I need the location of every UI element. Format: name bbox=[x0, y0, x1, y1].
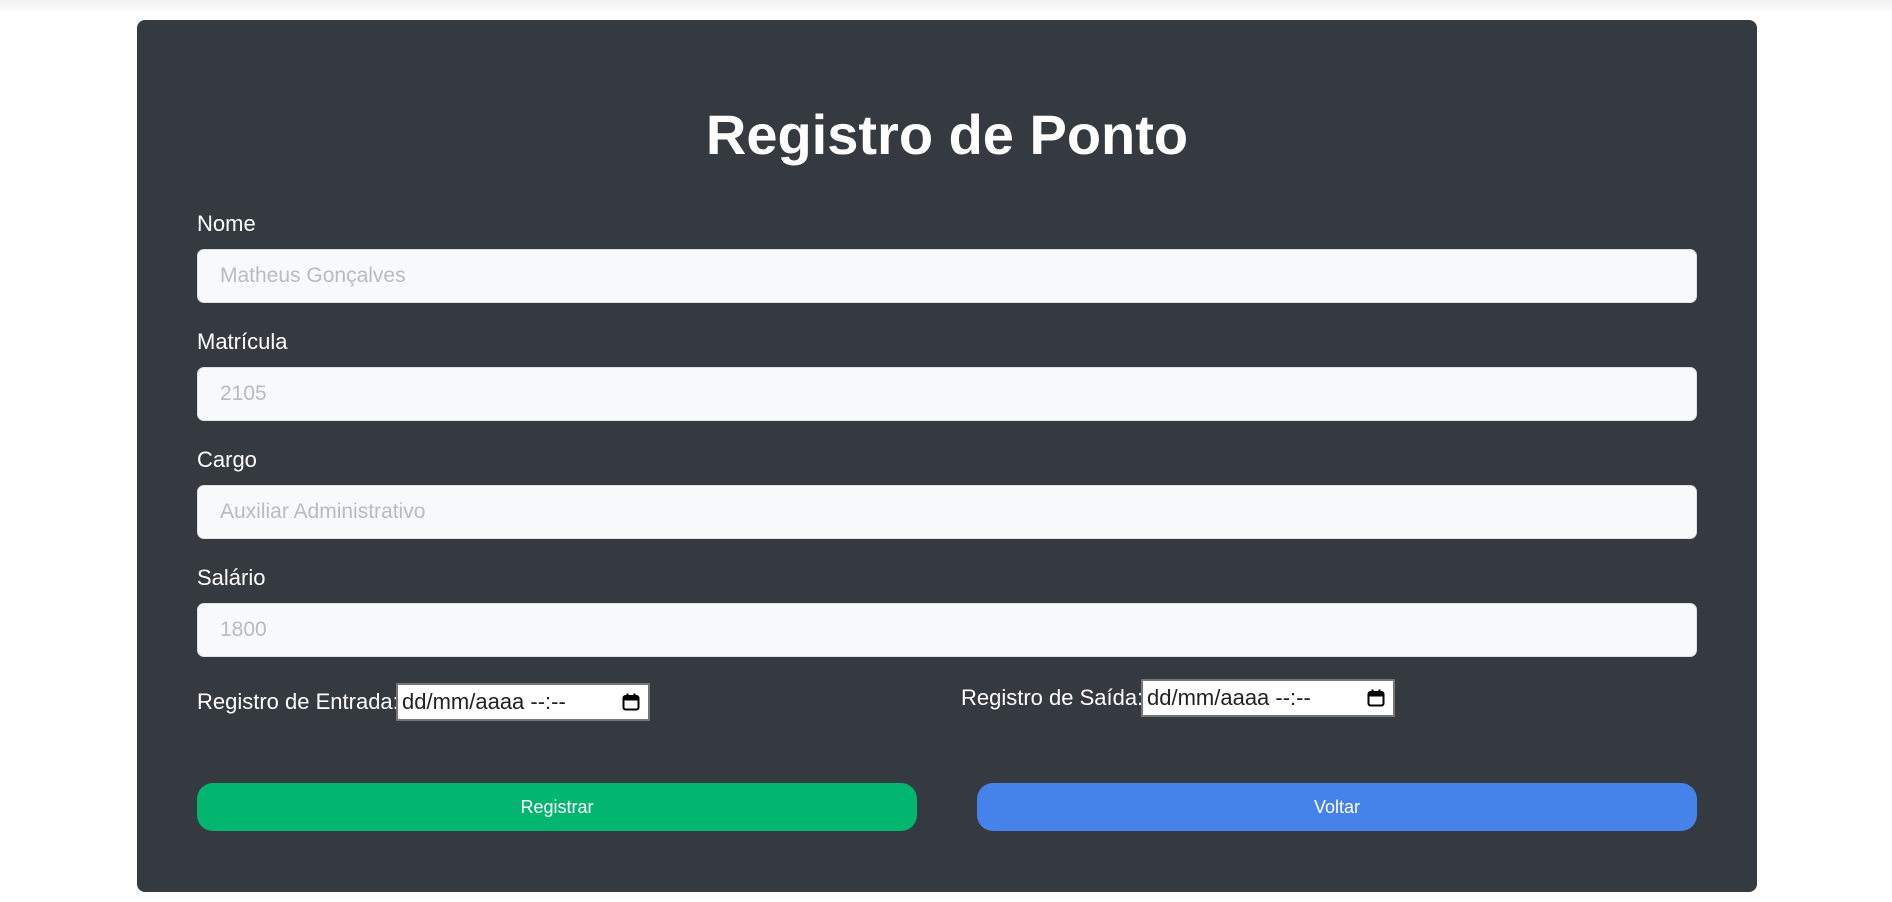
nome-input[interactable] bbox=[197, 249, 1697, 303]
entrada-label: Registro de Entrada: bbox=[197, 689, 399, 714]
matricula-label: Matrícula bbox=[197, 329, 288, 354]
top-shadow bbox=[0, 0, 1892, 14]
entrada-datetime-input[interactable]: dd/mm/aaaa --:-- bbox=[396, 683, 650, 721]
saida-datetime-input[interactable]: dd/mm/aaaa --:-- bbox=[1141, 679, 1395, 717]
calendar-icon[interactable] bbox=[622, 693, 640, 711]
form-card: Registro de Ponto Nome Matrícula Cargo S… bbox=[137, 20, 1757, 892]
cargo-label: Cargo bbox=[197, 447, 257, 472]
back-button[interactable]: Voltar bbox=[977, 783, 1697, 831]
salario-input[interactable] bbox=[197, 603, 1697, 657]
matricula-input[interactable] bbox=[197, 367, 1697, 421]
page-title: Registro de Ponto bbox=[705, 103, 1189, 166]
salario-label: Salário bbox=[197, 565, 266, 590]
cargo-input[interactable] bbox=[197, 485, 1697, 539]
register-button[interactable]: Registrar bbox=[197, 783, 917, 831]
saida-label: Registro de Saída: bbox=[961, 685, 1144, 710]
nome-label: Nome bbox=[197, 211, 256, 236]
saida-datetime-value: dd/mm/aaaa --:-- bbox=[1147, 685, 1311, 710]
entrada-datetime-value: dd/mm/aaaa --:-- bbox=[402, 689, 566, 714]
calendar-icon[interactable] bbox=[1367, 689, 1385, 707]
